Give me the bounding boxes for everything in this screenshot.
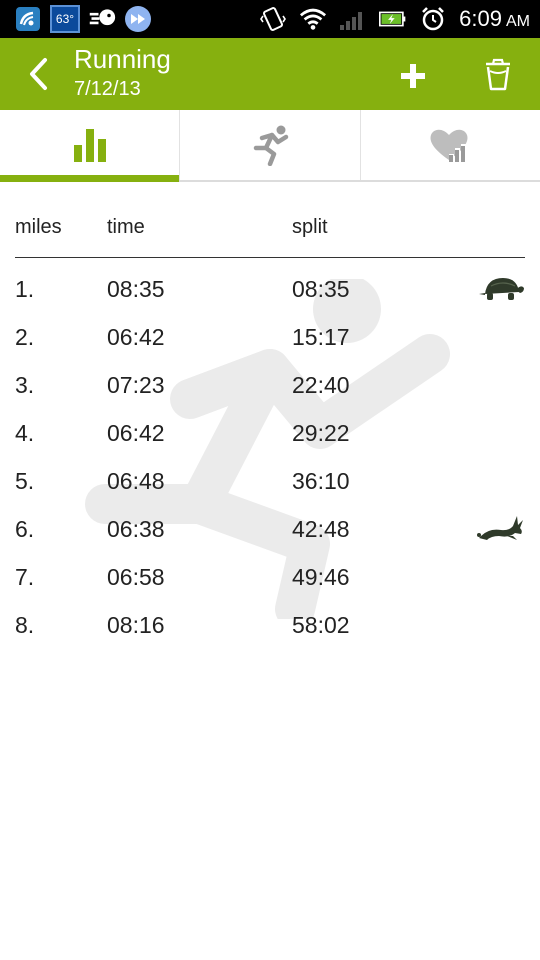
mile-time: 07:23 bbox=[107, 372, 165, 398]
mile-split: 36:10 bbox=[292, 468, 350, 494]
splits-list: 1. 08:35 08:35 2. 06:42 15:17 3. 07:23 2… bbox=[15, 272, 525, 656]
mile-number: 8. bbox=[15, 612, 35, 638]
table-header: miles time split bbox=[15, 216, 525, 246]
mile-split: 29:22 bbox=[292, 420, 350, 446]
mile-number: 3. bbox=[15, 372, 35, 398]
table-row: 8. 08:16 58:02 bbox=[15, 608, 525, 656]
clock-time: 6:09 bbox=[459, 6, 502, 31]
fast-forward-notification-icon bbox=[124, 5, 152, 33]
header-divider bbox=[15, 257, 525, 258]
alarm-icon bbox=[419, 5, 447, 33]
table-row: 7. 06:58 49:46 bbox=[15, 560, 525, 608]
back-button[interactable] bbox=[18, 54, 58, 94]
mile-split: 58:02 bbox=[292, 612, 350, 638]
header-time: time bbox=[107, 216, 145, 238]
rabbit-icon bbox=[477, 516, 523, 540]
mile-time: 06:42 bbox=[107, 420, 165, 446]
mile-number: 6. bbox=[15, 516, 35, 542]
mile-split: 49:46 bbox=[292, 564, 350, 590]
header-miles: miles bbox=[15, 216, 62, 238]
runner-notification-icon bbox=[88, 5, 116, 33]
mile-number: 4. bbox=[15, 420, 35, 446]
splits-content: miles time split 1. 08:35 08:35 2. 06:42… bbox=[0, 184, 540, 960]
battery-charging-icon bbox=[379, 5, 407, 33]
mile-time: 08:16 bbox=[107, 612, 165, 638]
mile-number: 7. bbox=[15, 564, 35, 590]
mile-time: 06:42 bbox=[107, 324, 165, 350]
tab-health[interactable] bbox=[361, 110, 540, 180]
runner-icon bbox=[253, 125, 289, 166]
mile-time: 06:38 bbox=[107, 516, 165, 542]
weather-temperature-icon: 63° bbox=[50, 5, 80, 33]
mile-time: 06:58 bbox=[107, 564, 165, 590]
header-split: split bbox=[292, 216, 328, 238]
turtle-icon bbox=[479, 278, 524, 300]
temperature-text: 63° bbox=[55, 12, 75, 26]
mile-number: 5. bbox=[15, 468, 35, 494]
vibrate-icon bbox=[259, 5, 287, 33]
mile-number: 2. bbox=[15, 324, 35, 350]
tab-activity[interactable] bbox=[180, 110, 361, 180]
mile-number: 1. bbox=[15, 276, 35, 302]
delete-button[interactable] bbox=[478, 54, 518, 96]
table-row: 6. 06:38 42:48 bbox=[15, 512, 525, 560]
tab-bar bbox=[0, 110, 540, 182]
trash-icon bbox=[486, 58, 510, 91]
add-button[interactable] bbox=[393, 56, 433, 96]
page-subtitle-date: 7/12/13 bbox=[74, 78, 141, 100]
page-title: Running bbox=[74, 44, 171, 74]
action-bar: Running 7/12/13 bbox=[0, 38, 540, 110]
table-row: 4. 06:42 29:22 bbox=[15, 416, 525, 464]
mile-time: 08:35 bbox=[107, 276, 165, 302]
bar-chart-icon bbox=[73, 129, 106, 162]
wifi-icon bbox=[299, 5, 327, 33]
tab-splits[interactable] bbox=[0, 110, 181, 182]
status-bar: 63° 6:09 AM bbox=[0, 0, 540, 38]
table-row: 2. 06:42 15:17 bbox=[15, 320, 525, 368]
chevron-left-icon bbox=[30, 58, 47, 90]
mile-split: 22:40 bbox=[292, 372, 350, 398]
table-row: 1. 08:35 08:35 bbox=[15, 272, 525, 320]
mile-time: 06:48 bbox=[107, 468, 165, 494]
plus-icon bbox=[401, 64, 425, 88]
mile-split: 42:48 bbox=[292, 516, 350, 542]
heart-chart-icon bbox=[430, 129, 468, 162]
mile-split: 08:35 bbox=[292, 276, 350, 302]
signal-icon bbox=[339, 5, 367, 33]
mile-split: 15:17 bbox=[292, 324, 350, 350]
table-row: 5. 06:48 36:10 bbox=[15, 464, 525, 512]
status-clock: 6:09 AM bbox=[459, 6, 530, 32]
table-row: 3. 07:23 22:40 bbox=[15, 368, 525, 416]
app-notification-icon bbox=[14, 5, 42, 33]
clock-ampm: AM bbox=[506, 13, 530, 30]
